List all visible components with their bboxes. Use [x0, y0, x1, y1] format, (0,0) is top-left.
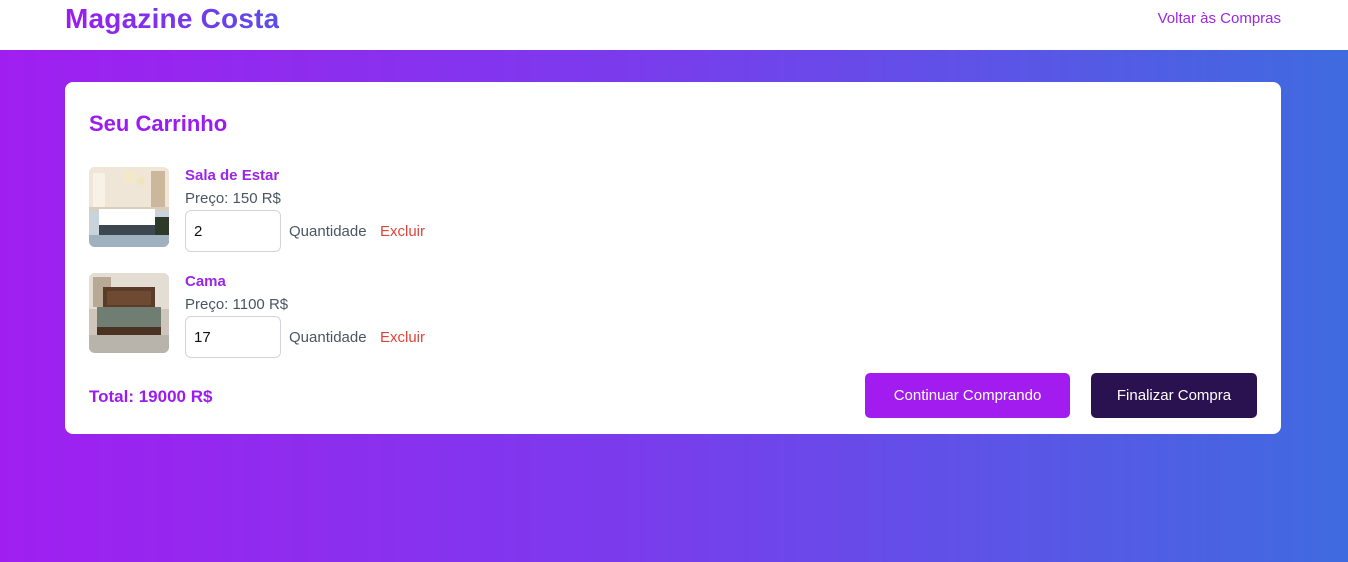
top-navbar: Magazine Costa Voltar às Compras — [0, 0, 1348, 50]
item-name[interactable]: Cama — [185, 273, 226, 290]
quantity-input[interactable] — [185, 316, 281, 358]
brand-logo[interactable]: Magazine Costa — [65, 3, 279, 35]
page-title: Seu Carrinho — [89, 111, 228, 136]
bed-photo — [89, 273, 169, 353]
remove-item-link[interactable]: Excluir — [380, 223, 425, 240]
cart-item: Cama Preço: 1100 R$ Quantidade Excluir — [89, 273, 509, 365]
cart-item: Sala de Estar Preço: 150 R$ Quantidade E… — [89, 167, 509, 259]
quantity-input[interactable] — [185, 210, 281, 252]
item-name[interactable]: Sala de Estar — [185, 167, 279, 184]
remove-item-link[interactable]: Excluir — [380, 329, 425, 346]
item-price: Preço: 1100 R$ — [185, 296, 289, 313]
quantity-label: Quantidade — [289, 223, 367, 240]
item-price: Preço: 150 R$ — [185, 190, 281, 207]
checkout-button[interactable]: Finalizar Compra — [1091, 373, 1257, 418]
quantity-label: Quantidade — [289, 329, 367, 346]
cart-total: Total: 19000 R$ — [89, 387, 213, 406]
continue-shopping-button[interactable]: Continuar Comprando — [865, 373, 1070, 418]
cart-card: Seu Carrinho Sala de Estar Preço: 150 R$… — [65, 82, 1281, 434]
back-to-shopping-link[interactable]: Voltar às Compras — [1158, 10, 1281, 27]
living-room-photo — [89, 167, 169, 247]
